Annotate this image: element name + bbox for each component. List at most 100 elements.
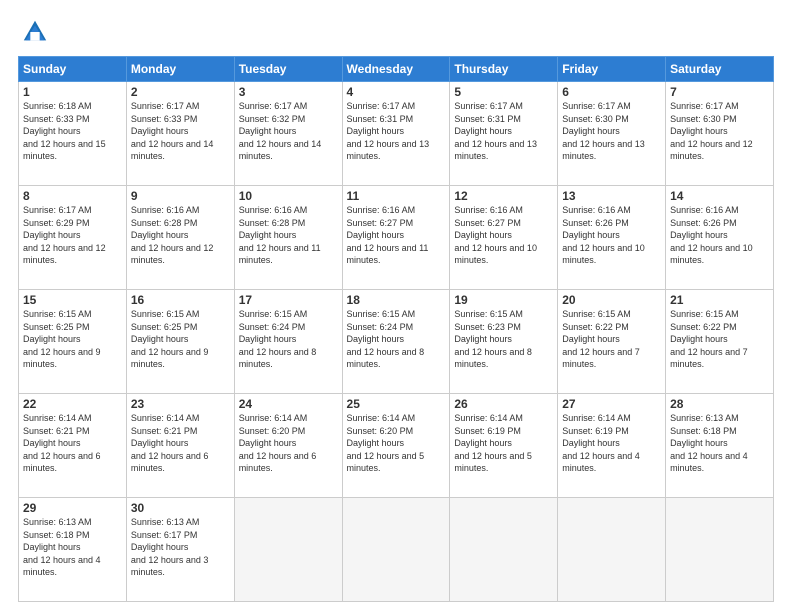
day-number: 20 (562, 293, 661, 307)
day-info: Sunrise: 6:15 AMSunset: 6:24 PMDaylight … (347, 309, 425, 369)
day-of-week-header: Monday (126, 57, 234, 82)
day-number: 4 (347, 85, 446, 99)
calendar-cell: 7 Sunrise: 6:17 AMSunset: 6:30 PMDaylight… (666, 82, 774, 186)
day-number: 11 (347, 189, 446, 203)
day-info: Sunrise: 6:17 AMSunset: 6:30 PMDaylight … (562, 101, 645, 161)
day-number: 23 (131, 397, 230, 411)
calendar-week-row: 8 Sunrise: 6:17 AMSunset: 6:29 PMDaylight… (19, 186, 774, 290)
calendar-cell (666, 498, 774, 602)
day-number: 28 (670, 397, 769, 411)
day-of-week-header: Friday (558, 57, 666, 82)
day-number: 12 (454, 189, 553, 203)
calendar-cell: 24 Sunrise: 6:14 AMSunset: 6:20 PMDayligh… (234, 394, 342, 498)
day-info: Sunrise: 6:18 AMSunset: 6:33 PMDaylight … (23, 101, 106, 161)
day-info: Sunrise: 6:15 AMSunset: 6:23 PMDaylight … (454, 309, 532, 369)
calendar-cell: 5 Sunrise: 6:17 AMSunset: 6:31 PMDaylight… (450, 82, 558, 186)
page: SundayMondayTuesdayWednesdayThursdayFrid… (0, 0, 792, 612)
calendar-header-row: SundayMondayTuesdayWednesdayThursdayFrid… (19, 57, 774, 82)
calendar-cell: 15 Sunrise: 6:15 AMSunset: 6:25 PMDayligh… (19, 290, 127, 394)
calendar-cell: 19 Sunrise: 6:15 AMSunset: 6:23 PMDayligh… (450, 290, 558, 394)
day-number: 8 (23, 189, 122, 203)
calendar-cell: 30 Sunrise: 6:13 AMSunset: 6:17 PMDayligh… (126, 498, 234, 602)
day-of-week-header: Sunday (19, 57, 127, 82)
calendar-cell: 22 Sunrise: 6:14 AMSunset: 6:21 PMDayligh… (19, 394, 127, 498)
calendar-week-row: 15 Sunrise: 6:15 AMSunset: 6:25 PMDayligh… (19, 290, 774, 394)
day-info: Sunrise: 6:17 AMSunset: 6:31 PMDaylight … (454, 101, 537, 161)
calendar-cell: 27 Sunrise: 6:14 AMSunset: 6:19 PMDayligh… (558, 394, 666, 498)
calendar-week-row: 1 Sunrise: 6:18 AMSunset: 6:33 PMDaylight… (19, 82, 774, 186)
day-number: 25 (347, 397, 446, 411)
calendar-cell: 9Sunrise: 6:16 AMSunset: 6:28 PMDaylight… (126, 186, 234, 290)
day-number: 9 (131, 189, 230, 203)
day-number: 22 (23, 397, 122, 411)
calendar-cell (234, 498, 342, 602)
calendar-cell: 2 Sunrise: 6:17 AMSunset: 6:33 PMDaylight… (126, 82, 234, 186)
day-info: Sunrise: 6:13 AMSunset: 6:18 PMDaylight … (23, 517, 101, 577)
calendar-cell: 10 Sunrise: 6:16 AMSunset: 6:28 PMDayligh… (234, 186, 342, 290)
day-number: 16 (131, 293, 230, 307)
day-number: 10 (239, 189, 338, 203)
day-number: 19 (454, 293, 553, 307)
day-info: Sunrise: 6:16 AMSunset: 6:27 PMDaylight … (347, 205, 429, 265)
day-number: 2 (131, 85, 230, 99)
calendar-cell: 1 Sunrise: 6:18 AMSunset: 6:33 PMDaylight… (19, 82, 127, 186)
day-info: Sunrise: 6:14 AMSunset: 6:20 PMDaylight … (347, 413, 425, 473)
day-number: 7 (670, 85, 769, 99)
day-number: 3 (239, 85, 338, 99)
day-info: Sunrise: 6:15 AMSunset: 6:22 PMDaylight … (670, 309, 748, 369)
calendar-cell: 20 Sunrise: 6:15 AMSunset: 6:22 PMDayligh… (558, 290, 666, 394)
calendar-cell: 17 Sunrise: 6:15 AMSunset: 6:24 PMDayligh… (234, 290, 342, 394)
calendar-cell: 29 Sunrise: 6:13 AMSunset: 6:18 PMDayligh… (19, 498, 127, 602)
calendar-cell: 23 Sunrise: 6:14 AMSunset: 6:21 PMDayligh… (126, 394, 234, 498)
calendar-cell: 25 Sunrise: 6:14 AMSunset: 6:20 PMDayligh… (342, 394, 450, 498)
day-info: Sunrise: 6:14 AMSunset: 6:21 PMDaylight … (23, 413, 101, 473)
day-number: 5 (454, 85, 553, 99)
day-number: 1 (23, 85, 122, 99)
calendar-cell: 28Sunrise: 6:13 AMSunset: 6:18 PMDayligh… (666, 394, 774, 498)
day-info: Sunrise: 6:16 AMSunset: 6:27 PMDaylight … (454, 205, 537, 265)
calendar-cell: 12 Sunrise: 6:16 AMSunset: 6:27 PMDayligh… (450, 186, 558, 290)
day-number: 15 (23, 293, 122, 307)
day-info: Sunrise: 6:16 AMSunset: 6:28 PMDaylight … (239, 205, 321, 265)
calendar-cell: 14Sunrise: 6:16 AMSunset: 6:26 PMDayligh… (666, 186, 774, 290)
calendar-week-row: 22 Sunrise: 6:14 AMSunset: 6:21 PMDayligh… (19, 394, 774, 498)
day-info: Sunrise: 6:17 AMSunset: 6:29 PMDaylight … (23, 205, 106, 265)
day-of-week-header: Saturday (666, 57, 774, 82)
day-of-week-header: Tuesday (234, 57, 342, 82)
day-info: Sunrise: 6:15 AMSunset: 6:22 PMDaylight … (562, 309, 640, 369)
calendar-cell: 13 Sunrise: 6:16 AMSunset: 6:26 PMDayligh… (558, 186, 666, 290)
day-info: Sunrise: 6:14 AMSunset: 6:19 PMDaylight … (562, 413, 640, 473)
day-info: Sunrise: 6:16 AMSunset: 6:26 PMDaylight … (562, 205, 645, 265)
day-info: Sunrise: 6:15 AMSunset: 6:24 PMDaylight … (239, 309, 317, 369)
day-number: 13 (562, 189, 661, 203)
day-info: Sunrise: 6:17 AMSunset: 6:30 PMDaylight … (670, 101, 753, 161)
day-info: Sunrise: 6:17 AMSunset: 6:32 PMDaylight … (239, 101, 322, 161)
calendar-cell: 18 Sunrise: 6:15 AMSunset: 6:24 PMDayligh… (342, 290, 450, 394)
day-number: 18 (347, 293, 446, 307)
day-of-week-header: Thursday (450, 57, 558, 82)
calendar-cell: 3 Sunrise: 6:17 AMSunset: 6:32 PMDaylight… (234, 82, 342, 186)
day-info: Sunrise: 6:17 AMSunset: 6:33 PMDaylight … (131, 101, 214, 161)
day-info: Sunrise: 6:14 AMSunset: 6:19 PMDaylight … (454, 413, 532, 473)
calendar-cell (342, 498, 450, 602)
day-number: 26 (454, 397, 553, 411)
day-number: 29 (23, 501, 122, 515)
calendar-cell: 6Sunrise: 6:17 AMSunset: 6:30 PMDaylight… (558, 82, 666, 186)
day-info: Sunrise: 6:15 AMSunset: 6:25 PMDaylight … (23, 309, 101, 369)
day-number: 14 (670, 189, 769, 203)
day-info: Sunrise: 6:14 AMSunset: 6:21 PMDaylight … (131, 413, 209, 473)
calendar-cell: 8 Sunrise: 6:17 AMSunset: 6:29 PMDaylight… (19, 186, 127, 290)
calendar-cell: 4Sunrise: 6:17 AMSunset: 6:31 PMDaylight… (342, 82, 450, 186)
day-number: 21 (670, 293, 769, 307)
day-number: 24 (239, 397, 338, 411)
logo-icon (21, 18, 49, 46)
day-info: Sunrise: 6:14 AMSunset: 6:20 PMDaylight … (239, 413, 317, 473)
day-info: Sunrise: 6:13 AMSunset: 6:17 PMDaylight … (131, 517, 209, 577)
calendar-cell (450, 498, 558, 602)
day-number: 30 (131, 501, 230, 515)
day-of-week-header: Wednesday (342, 57, 450, 82)
day-number: 17 (239, 293, 338, 307)
day-info: Sunrise: 6:15 AMSunset: 6:25 PMDaylight … (131, 309, 209, 369)
calendar: SundayMondayTuesdayWednesdayThursdayFrid… (18, 56, 774, 602)
day-number: 27 (562, 397, 661, 411)
